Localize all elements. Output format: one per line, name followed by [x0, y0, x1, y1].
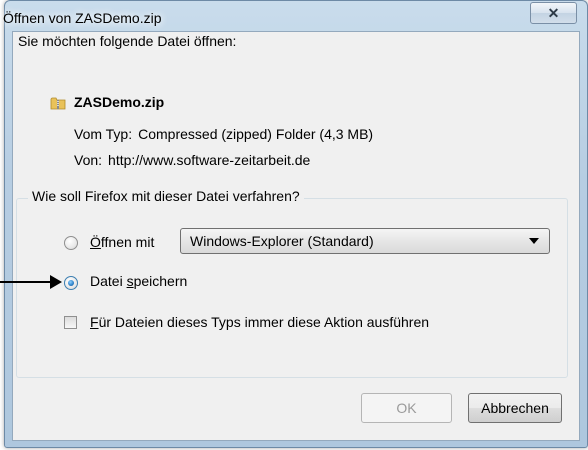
file-type-row: Vom Typ: Compressed (zipped) Folder (4,3 …	[74, 126, 373, 142]
open-with-app-select[interactable]: Windows-Explorer (Standard)	[180, 228, 550, 254]
chevron-down-icon	[529, 238, 539, 244]
cancel-button[interactable]: Abbrechen	[468, 393, 562, 423]
zip-folder-icon	[50, 97, 66, 110]
file-type-value: Compressed (zipped) Folder (4,3 MB)	[138, 126, 374, 142]
action-groupbox-legend: Wie soll Firefox mit dieser Datei verfah…	[28, 188, 304, 204]
open-with-radio[interactable]	[64, 236, 78, 250]
open-with-app-value: Windows-Explorer (Standard)	[190, 233, 374, 249]
file-source-row: Von: http://www.software-zeitarbeit.de	[74, 152, 310, 168]
close-icon: ✕	[547, 4, 560, 21]
open-with-label[interactable]: Öffnen mit	[90, 234, 154, 250]
file-type-label: Vom Typ:	[74, 126, 133, 142]
ok-button[interactable]: OK	[361, 393, 452, 423]
title-bar[interactable]: Öffnen von ZASDemo.zip ✕	[3, 1, 587, 33]
window-title: Öffnen von ZASDemo.zip	[3, 10, 162, 26]
file-source-label: Von:	[74, 152, 103, 168]
always-do-this-label[interactable]: Für Dateien dieses Typs immer diese Akti…	[90, 314, 429, 330]
save-file-radio[interactable]	[64, 276, 78, 290]
dialog-prompt: Sie möchten folgende Datei öffnen:	[18, 33, 237, 49]
file-source-value: http://www.software-zeitarbeit.de	[108, 152, 311, 168]
close-button[interactable]: ✕	[530, 2, 577, 24]
always-do-this-checkbox[interactable]	[64, 316, 77, 329]
file-name: ZASDemo.zip	[74, 94, 165, 110]
save-file-label[interactable]: Datei speichern	[90, 273, 187, 289]
